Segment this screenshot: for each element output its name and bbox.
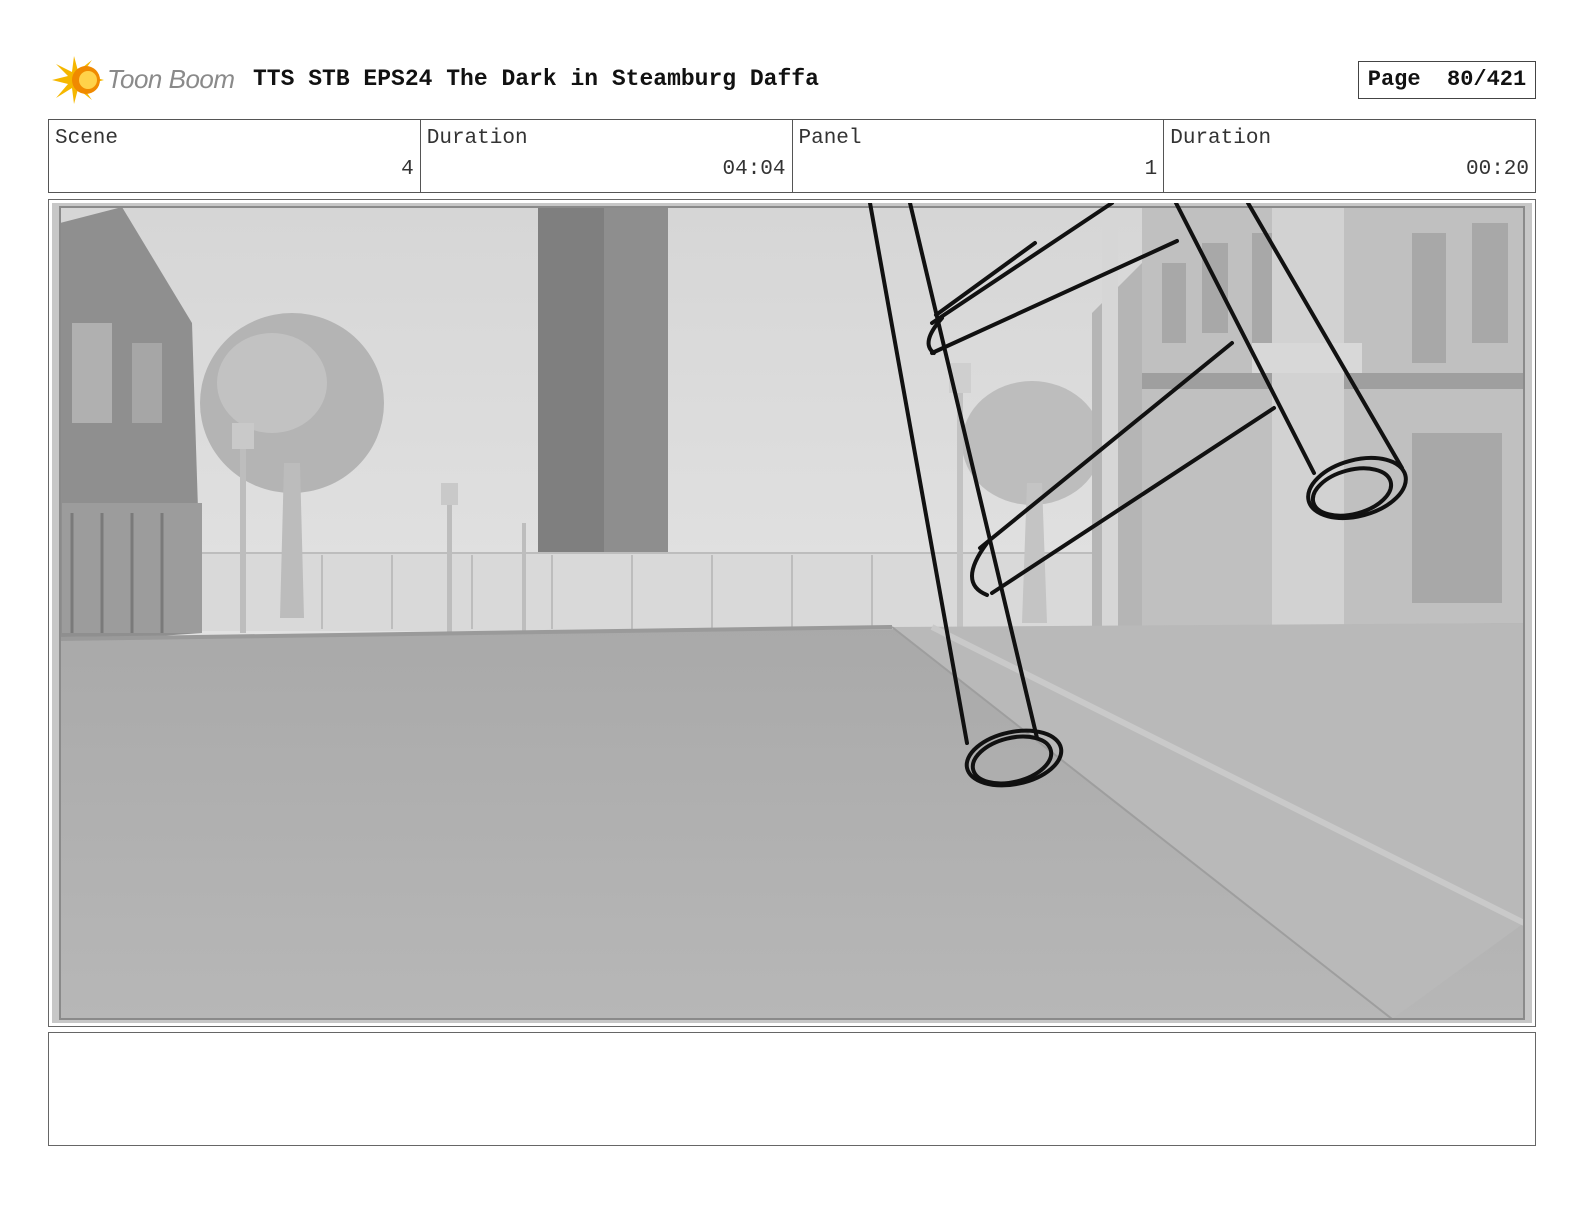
panel-label: Panel (798, 127, 862, 150)
panel-duration-value: 00:20 (1465, 158, 1529, 181)
page-label: Page (1367, 67, 1421, 92)
panel-duration-cell: Duration 00:20 (1164, 120, 1535, 192)
starburst-icon (52, 56, 104, 104)
scene-cell: Scene 4 (49, 120, 421, 192)
scene-duration-label: Duration (426, 127, 528, 150)
panel-duration-label: Duration (1170, 127, 1272, 150)
storyboard-panel-image (52, 203, 1532, 1023)
panel-notes-box (48, 1032, 1536, 1146)
page-header: Toon Boom TTS STB EPS24 The Dark in Stea… (48, 54, 1536, 106)
panel-cell: Panel 1 (793, 120, 1165, 192)
document-title: TTS STB EPS24 The Dark in Steamburg Daff… (253, 66, 819, 92)
scene-value: 4 (401, 158, 414, 181)
storyboard-panel-frame (48, 199, 1536, 1027)
scene-duration-value: 04:04 (722, 158, 786, 181)
panel-value: 1 (1144, 158, 1158, 181)
logo-brand-text: Toon Boom (107, 64, 235, 94)
toon-boom-logo: Toon Boom (52, 54, 242, 106)
street-scene-illustration (52, 203, 1532, 1023)
scene-label: Scene (55, 127, 119, 150)
scene-duration-cell: Duration 04:04 (421, 120, 793, 192)
page-value: 80/421 (1447, 67, 1527, 92)
page-counter: Page 80/421 (1358, 61, 1536, 99)
panel-info-row: Scene 4 Duration 04:04 Panel 1 Duration … (48, 119, 1536, 193)
